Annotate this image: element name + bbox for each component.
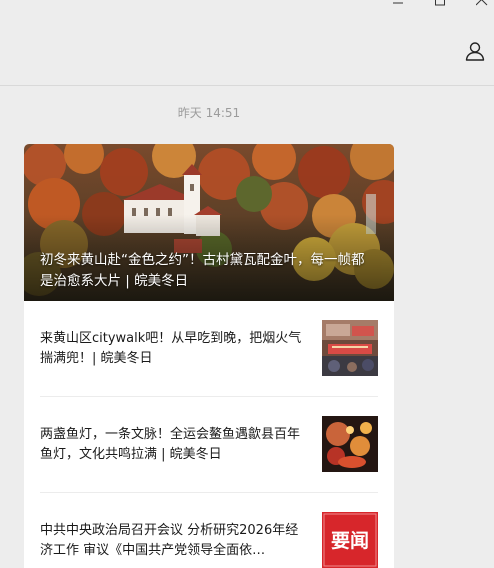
person-icon[interactable]: [464, 40, 486, 62]
maximize-icon[interactable]: [430, 0, 450, 6]
minimize-icon[interactable]: [388, 0, 408, 6]
article-title: 来黄山区citywalk吧！从早吃到晚，把烟火气揣满兜！| 皖美冬日: [40, 331, 302, 366]
article-title: 中共中央政治局召开会议 分析研究2026年经济工作 审议《中国共产党领导全面依…: [40, 523, 299, 558]
chat-header: [0, 0, 494, 86]
street-food-photo: [322, 320, 378, 376]
news-badge-text: 要闻: [331, 529, 369, 552]
article-card: 初冬来黄山赴“金色之约”！古村黛瓦配金叶，每一帧都是治愈系大片 | 皖美冬日 来…: [24, 144, 394, 568]
close-icon[interactable]: [472, 0, 492, 6]
article-list-item[interactable]: 中共中央政治局召开会议 分析研究2026年经济工作 审议《中国共产党领导全面依……: [40, 493, 378, 568]
lantern-photo: [322, 416, 378, 472]
news-badge: 要闻: [322, 512, 378, 568]
chat-window: 昨天 14:51 初冬来黄山赴“金色之约”！古村黛瓦配金叶，每一帧都是治愈系大片…: [0, 0, 494, 568]
article-list-item[interactable]: 来黄山区citywalk吧！从早吃到晚，把烟火气揣满兜！| 皖美冬日: [40, 301, 378, 397]
window-controls: [354, 0, 494, 10]
hero-article[interactable]: 初冬来黄山赴“金色之约”！古村黛瓦配金叶，每一帧都是治愈系大片 | 皖美冬日: [24, 144, 394, 301]
hero-article-title: 初冬来黄山赴“金色之约”！古村黛瓦配金叶，每一帧都是治愈系大片 | 皖美冬日: [40, 252, 365, 289]
article-list-item[interactable]: 两盏鱼灯，一条文脉！全运会鳌鱼遇歙县百年鱼灯，文化共鸣拉满 | 皖美冬日: [40, 397, 378, 493]
message-timestamp: 昨天 14:51: [177, 106, 241, 120]
article-title: 两盏鱼灯，一条文脉！全运会鳌鱼遇歙县百年鱼灯，文化共鸣拉满 | 皖美冬日: [40, 427, 301, 462]
